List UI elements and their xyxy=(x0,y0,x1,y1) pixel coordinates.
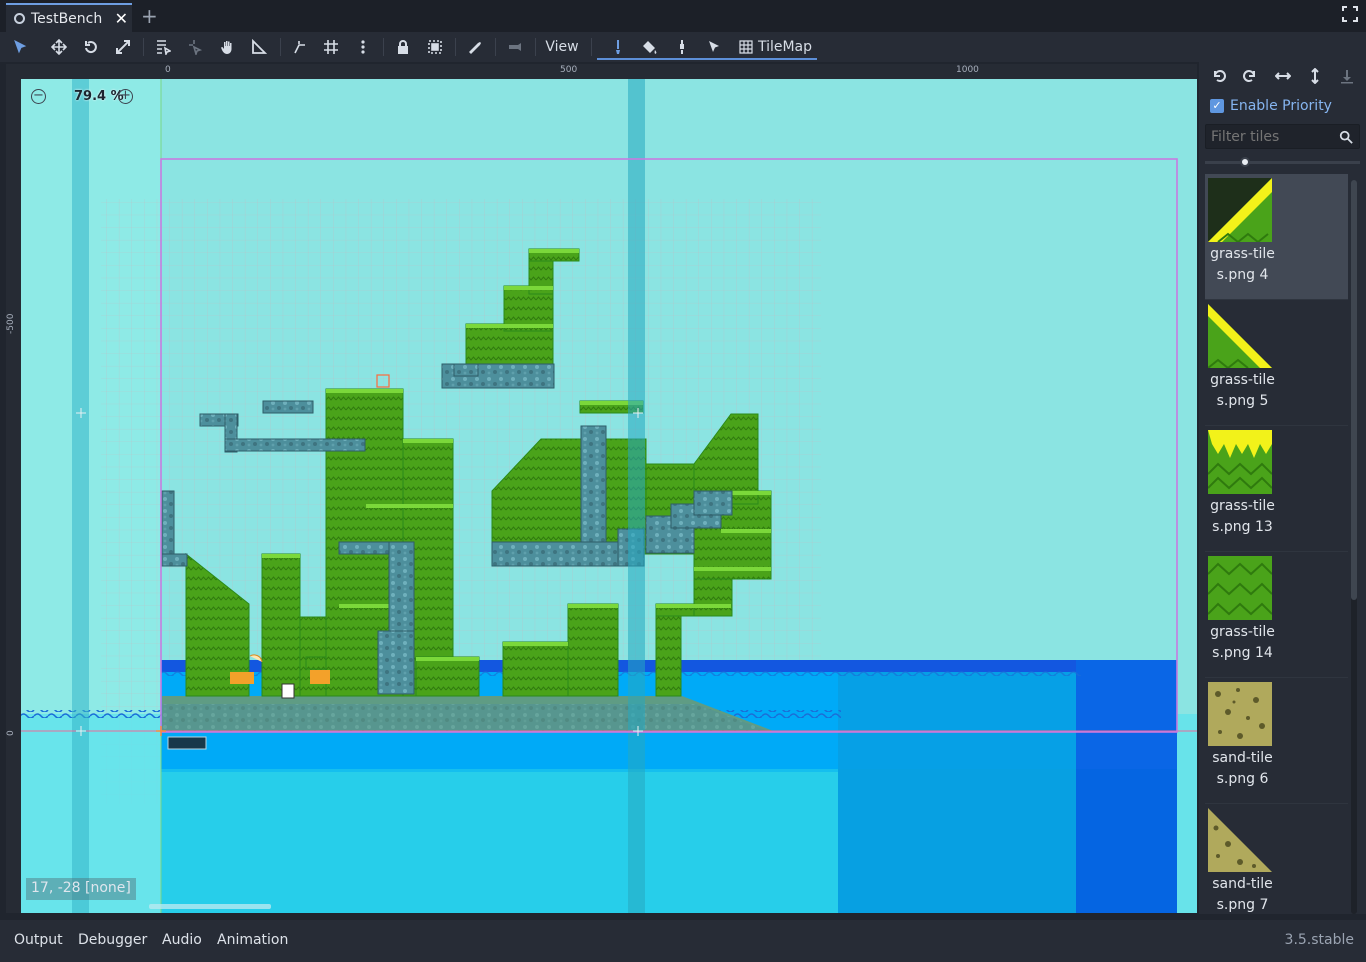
toolbar-separator xyxy=(535,38,536,56)
engine-version: 3.5.stable xyxy=(1284,932,1354,948)
tile-item-sand-7[interactable]: sand-tile s.png 7 xyxy=(1205,804,1348,914)
tile-item-grass-4[interactable]: grass-tile s.png 4 xyxy=(1205,174,1348,300)
select-mode-icon[interactable] xyxy=(10,35,30,59)
checkmark-icon: ✓ xyxy=(1210,99,1224,113)
scene-tab-testbench[interactable]: TestBench ✕ xyxy=(6,3,132,32)
tile-item-sand-6[interactable]: sand-tile s.png 6 xyxy=(1205,678,1348,804)
tile-label: sand-tile s.png 6 xyxy=(1212,750,1273,787)
sand-fill-tile-icon xyxy=(1208,682,1272,746)
tile-label: grass-tile s.png 4 xyxy=(1210,246,1275,283)
rotate-left-icon[interactable] xyxy=(1210,68,1228,86)
slider-grabber[interactable] xyxy=(1240,157,1250,167)
canvas-viewport[interactable]: 0 500 1000 -500 0 − 79.4 % + 17, -28 [no… xyxy=(6,64,1197,913)
lock-icon[interactable] xyxy=(393,35,413,59)
search-icon xyxy=(1339,129,1353,148)
ruler-left-label: 0 xyxy=(6,730,16,736)
scale-mode-icon[interactable] xyxy=(113,35,133,59)
tilemap-menu-label: TileMap xyxy=(757,39,813,55)
level-scene[interactable] xyxy=(6,64,1197,913)
tab-animation[interactable]: Animation xyxy=(217,932,288,948)
enable-priority-checkbox[interactable]: ✓ Enable Priority xyxy=(1210,98,1332,114)
grass-slope-tile-icon xyxy=(1208,178,1272,242)
ruler-top-label: 500 xyxy=(560,65,578,75)
list-select-icon[interactable] xyxy=(153,35,173,59)
move-mode-icon[interactable] xyxy=(49,35,69,59)
picker-icon[interactable] xyxy=(672,35,692,59)
add-tab-icon[interactable]: + xyxy=(141,4,158,28)
tile-list-scrollbar[interactable] xyxy=(1351,180,1357,914)
flip-horizontal-icon[interactable] xyxy=(1274,68,1292,86)
tile-item-grass-14[interactable]: grass-tile s.png 14 xyxy=(1205,552,1348,678)
tile-label: sand-tile s.png 7 xyxy=(1212,876,1273,913)
scrollbar-thumb[interactable] xyxy=(1351,180,1357,600)
ruler-top-label: 0 xyxy=(165,65,171,75)
tile-palette-dock: ✓ Enable Priority grass-tiles.png 4 xyxy=(1199,62,1366,914)
ruler-left[interactable]: -500 0 xyxy=(6,64,21,913)
ruler-top-label: 1000 xyxy=(956,65,979,75)
group-icon[interactable] xyxy=(425,35,445,59)
zoom-level[interactable]: 79.4 % xyxy=(74,89,124,104)
rotate-mode-icon[interactable] xyxy=(81,35,101,59)
flip-vertical-icon[interactable] xyxy=(1306,67,1324,86)
toolbar-separator xyxy=(495,38,496,56)
toolbar-separator xyxy=(455,38,456,56)
tab-audio[interactable]: Audio xyxy=(162,932,202,948)
bone-icon[interactable] xyxy=(465,35,485,59)
grass-fill-tile-icon xyxy=(1208,556,1272,620)
enable-priority-label: Enable Priority xyxy=(1230,98,1332,114)
rotate-right-icon[interactable] xyxy=(1241,68,1259,86)
smart-snap-icon[interactable] xyxy=(290,35,310,59)
tile-item-grass-13[interactable]: grass-tile s.png 13 xyxy=(1205,426,1348,552)
bottom-panel: Output Debugger Audio Animation 3.5.stab… xyxy=(0,920,1366,962)
view-menu[interactable]: View xyxy=(543,35,581,59)
scene-tab-bar: TestBench ✕ + xyxy=(0,0,1366,32)
toolbar-separator xyxy=(280,38,281,56)
distraction-free-icon[interactable] xyxy=(1342,6,1358,26)
tile-coordinates-readout: 17, -28 [none] xyxy=(26,878,136,900)
paint-tile-icon[interactable] xyxy=(608,35,628,59)
snap-options-icon[interactable] xyxy=(353,35,373,59)
grass-top-tile-icon xyxy=(1208,430,1272,494)
tile-list: grass-tile s.png 4 grass-tile s.png 5 gras… xyxy=(1205,174,1348,914)
tab-debugger[interactable]: Debugger xyxy=(78,932,147,948)
pan-mode-icon[interactable] xyxy=(218,35,238,59)
tile-item-grass-5[interactable]: grass-tile s.png 5 xyxy=(1205,300,1348,426)
tile-label: grass-tile s.png 14 xyxy=(1210,624,1275,661)
toolbar-separator xyxy=(143,38,144,56)
tile-label: grass-tile s.png 13 xyxy=(1210,498,1275,535)
tilemap-menu[interactable]: TileMap xyxy=(737,35,813,59)
toolbar-separator xyxy=(383,38,384,56)
select-tiles-icon[interactable] xyxy=(704,35,724,59)
sand-slope-tile-icon xyxy=(1208,808,1272,872)
zoom-in-icon[interactable]: + xyxy=(118,89,133,104)
clear-transform-icon[interactable] xyxy=(1338,68,1356,86)
scene-node-icon xyxy=(14,13,25,24)
close-icon[interactable]: ✕ xyxy=(115,9,128,28)
ruler-left-label: -500 xyxy=(6,313,16,334)
grass-slope-tile-icon xyxy=(1208,304,1272,368)
tab-output[interactable]: Output xyxy=(14,932,63,948)
filter-tiles-field[interactable] xyxy=(1205,124,1360,149)
filter-tiles-input[interactable] xyxy=(1206,125,1336,148)
ruler-mode-icon[interactable] xyxy=(249,35,269,59)
pivot-mode-icon[interactable] xyxy=(186,35,206,59)
tile-size-slider[interactable] xyxy=(1205,157,1360,168)
slider-track xyxy=(1205,161,1360,164)
override-camera-icon[interactable] xyxy=(505,35,525,59)
tile-label: grass-tile s.png 5 xyxy=(1210,372,1275,409)
scene-tab-title: TestBench xyxy=(31,10,103,27)
grid-snap-icon[interactable] xyxy=(321,35,341,59)
toolbar-separator xyxy=(591,38,592,56)
ruler-top[interactable]: 0 500 1000 xyxy=(6,64,1197,79)
bucket-fill-icon[interactable] xyxy=(640,35,660,59)
zoom-out-icon[interactable]: − xyxy=(31,89,46,104)
